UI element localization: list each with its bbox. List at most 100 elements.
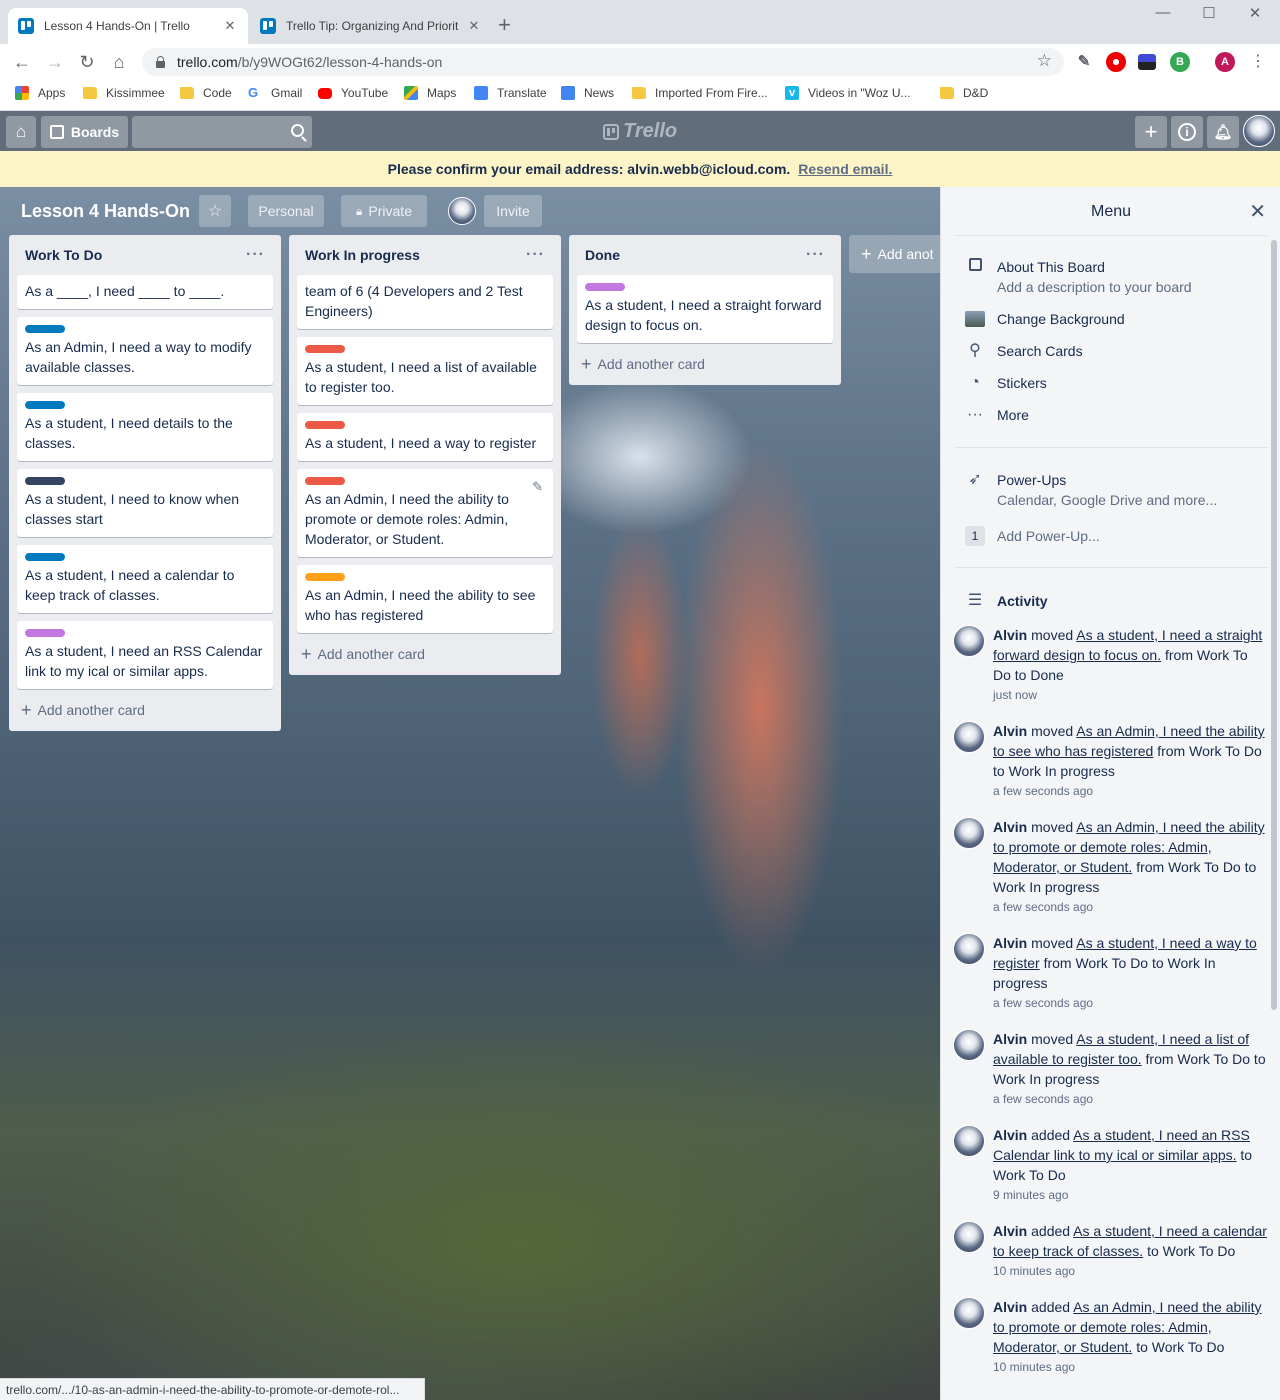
home-button[interactable]: ⌂ [6, 116, 36, 148]
tab-trello-board[interactable]: Lesson 4 Hands-On | Trello ✕ [8, 8, 248, 44]
activity-time[interactable]: a few seconds ago [993, 1089, 1269, 1109]
board-title[interactable]: Lesson 4 Hands-On [21, 201, 190, 222]
change-background-item[interactable]: Change Background [965, 309, 1125, 329]
bookmark-youtube[interactable]: YouTube [318, 86, 388, 100]
tab-close-icon[interactable]: ✕ [222, 18, 238, 34]
activity-user[interactable]: Alvin [993, 1031, 1027, 1047]
activity-user[interactable]: Alvin [993, 1299, 1027, 1315]
list-menu-icon[interactable]: ··· [526, 246, 545, 264]
member-avatar[interactable] [953, 1221, 985, 1253]
card[interactable]: team of 6 (4 Developers and 2 Test Engin… [297, 275, 553, 329]
activity-time[interactable]: 10 minutes ago [993, 1357, 1269, 1377]
window-close-icon[interactable]: ✕ [1232, 4, 1278, 22]
home-icon[interactable]: ⌂ [107, 50, 131, 74]
bookmark-star-icon[interactable]: ☆ [1037, 51, 1052, 71]
card[interactable]: As a student, I need a list of available… [297, 337, 553, 405]
bookmark-code[interactable]: Code [180, 86, 232, 100]
activity-user[interactable]: Alvin [993, 1223, 1027, 1239]
notifications-button[interactable]: 🔔︎ [1207, 116, 1239, 148]
power-ups-item[interactable]: ➶ Power-Ups Calendar, Google Drive and m… [965, 470, 1217, 510]
card-label-black[interactable] [25, 477, 65, 485]
list-title[interactable]: Done [585, 247, 620, 263]
more-item[interactable]: ··· More [965, 405, 1029, 425]
privacy-button[interactable]: 🔒︎ Private [341, 195, 427, 227]
create-button[interactable]: + [1135, 116, 1167, 148]
list-header[interactable]: Work In progress ··· [297, 235, 553, 275]
card-label-purple[interactable] [585, 283, 625, 291]
star-board-button[interactable]: ☆ [199, 195, 231, 227]
grammarly-extension-icon[interactable]: B [1170, 52, 1190, 72]
invite-button[interactable]: Invite [484, 195, 542, 227]
member-avatar[interactable] [953, 1125, 985, 1157]
eyedropper-extension-icon[interactable]: ✎ [1074, 52, 1094, 72]
bookmark-imported[interactable]: Imported From Fire... [632, 86, 768, 100]
activity-user[interactable]: Alvin [993, 1127, 1027, 1143]
search-cards-item[interactable]: ⚲ Search Cards [965, 341, 1082, 361]
member-avatar[interactable] [448, 197, 476, 225]
bookmark-dnd[interactable]: D&D [940, 86, 988, 100]
list-menu-icon[interactable]: ··· [806, 246, 825, 264]
card[interactable]: As a student, I need an RSS Calendar lin… [17, 621, 273, 689]
card[interactable]: As a student, I need details to the clas… [17, 393, 273, 461]
back-icon[interactable]: ← [10, 50, 34, 74]
activity-time[interactable]: a few seconds ago [993, 993, 1269, 1013]
member-avatar[interactable] [953, 625, 985, 657]
close-icon[interactable]: ✕ [1249, 199, 1266, 224]
activity-time[interactable]: 9 minutes ago [993, 1185, 1269, 1205]
list-title[interactable]: Work To Do [25, 247, 102, 263]
boards-button[interactable]: Boards [41, 116, 128, 148]
add-card-button[interactable]: + Add another card [17, 697, 273, 723]
card-label-orange[interactable] [305, 573, 345, 581]
activity-time[interactable]: 10 minutes ago [993, 1261, 1269, 1281]
activity-time[interactable]: a few seconds ago [993, 897, 1269, 917]
activity-user[interactable]: Alvin [993, 819, 1027, 835]
activity-user[interactable]: Alvin [993, 935, 1027, 951]
bookmark-gmail[interactable]: G Gmail [248, 86, 302, 101]
edit-pencil-icon[interactable]: ✎ [532, 477, 543, 497]
activity-time[interactable]: just now [993, 685, 1269, 705]
card-label-blue[interactable] [25, 553, 65, 561]
reload-icon[interactable]: ↻ [75, 50, 99, 74]
member-avatar[interactable] [953, 817, 985, 849]
menu-scrollbar[interactable] [1271, 240, 1277, 1010]
new-tab-icon[interactable]: + [498, 14, 511, 36]
bookmark-translate[interactable]: Translate [474, 86, 547, 100]
list-header[interactable]: Work To Do ··· [17, 235, 273, 275]
maximize-icon[interactable]: ☐ [1186, 4, 1232, 22]
chrome-menu-icon[interactable]: ⋮ [1246, 50, 1270, 74]
bar-extension-icon[interactable] [1138, 54, 1156, 70]
activity-user[interactable]: Alvin [993, 723, 1027, 739]
activity-time[interactable]: a few seconds ago [993, 781, 1269, 801]
team-visibility-button[interactable]: Personal [248, 195, 324, 227]
bookmark-maps[interactable]: Maps [404, 86, 456, 100]
card[interactable]: ✎ As an Admin, I need the ability to pro… [297, 469, 553, 557]
add-power-up-item[interactable]: 1 Add Power-Up... [965, 526, 1100, 546]
card[interactable]: As a student, I need a calendar to keep … [17, 545, 273, 613]
card[interactable]: As a student, I need a way to register [297, 413, 553, 461]
card[interactable]: As a ____, I need ____ to ____. [17, 275, 273, 309]
stickers-item[interactable]: ◔ Stickers [965, 373, 1047, 393]
header-search-input[interactable] [132, 116, 312, 148]
card[interactable]: As a student, I need a straight forward … [577, 275, 833, 343]
card[interactable]: As a student, I need to know when classe… [17, 469, 273, 537]
card-label-blue[interactable] [25, 325, 65, 333]
card-label-red[interactable] [305, 477, 345, 485]
bookmark-news[interactable]: News [561, 86, 614, 100]
add-card-button[interactable]: + Add another card [297, 641, 553, 667]
member-avatar[interactable] [953, 933, 985, 965]
member-avatar[interactable] [953, 1029, 985, 1061]
card-label-red[interactable] [305, 421, 345, 429]
add-card-button[interactable]: + Add another card [577, 351, 833, 377]
list-title[interactable]: Work In progress [305, 247, 420, 263]
bookmark-apps[interactable]: Apps [15, 86, 65, 100]
member-avatar[interactable] [953, 721, 985, 753]
card[interactable]: As an Admin, I need a way to modify avai… [17, 317, 273, 385]
resend-email-link[interactable]: Resend email. [798, 161, 892, 177]
tab-close-icon[interactable]: ✕ [466, 18, 482, 34]
about-board-item[interactable]: About This Board Add a description to yo… [965, 257, 1192, 297]
minimize-icon[interactable]: — [1140, 4, 1186, 21]
member-avatar[interactable] [953, 1297, 985, 1329]
bookmark-kissimmee[interactable]: Kissimmee [83, 86, 165, 100]
list-header[interactable]: Done ··· [577, 235, 833, 275]
activity-user[interactable]: Alvin [993, 627, 1027, 643]
